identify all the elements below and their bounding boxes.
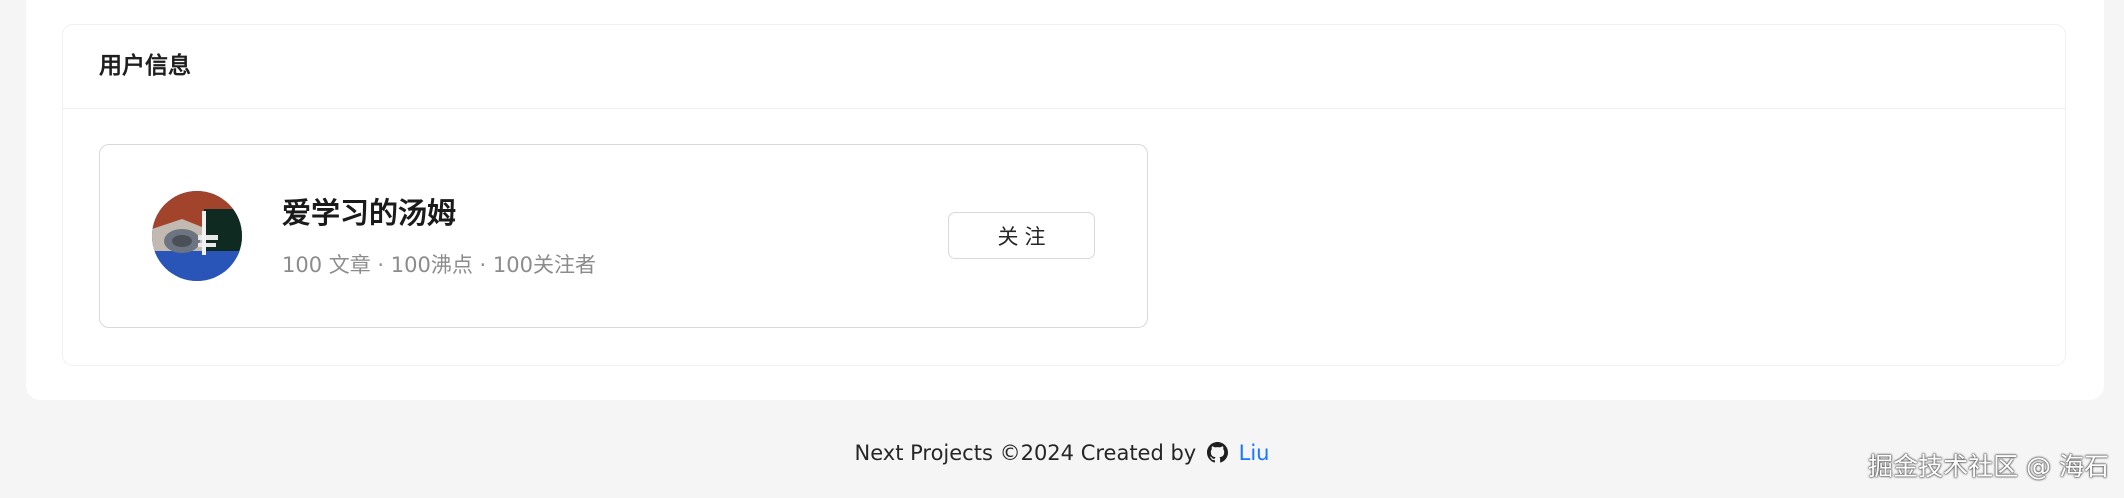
avatar[interactable]: [152, 191, 242, 281]
content-panel: 用户信息 爱学习的汤姆 100 文章 · 100沸点 · 100关注者 关注: [26, 0, 2104, 400]
author-link[interactable]: Liu: [1239, 441, 1270, 465]
follow-button[interactable]: 关注: [948, 212, 1095, 259]
card-title: 用户信息: [99, 53, 191, 79]
user-stats: 100 文章 · 100沸点 · 100关注者: [282, 253, 596, 277]
avatar-image: [152, 191, 242, 281]
user-name[interactable]: 爱学习的汤姆: [282, 195, 456, 231]
github-icon: [1206, 441, 1228, 471]
footer-text: Next Projects ©2024 Created by: [854, 441, 1197, 465]
user-profile-box: 爱学习的汤姆 100 文章 · 100沸点 · 100关注者 关注: [99, 144, 1148, 328]
watermark: 掘金技术社区 @ 海石: [1868, 452, 2109, 481]
card-header: 用户信息: [63, 25, 2065, 109]
footer: Next Projects ©2024 Created by Liu: [0, 438, 2124, 471]
user-info-card: 用户信息 爱学习的汤姆 100 文章 · 100沸点 · 100关注者 关注: [62, 24, 2066, 366]
